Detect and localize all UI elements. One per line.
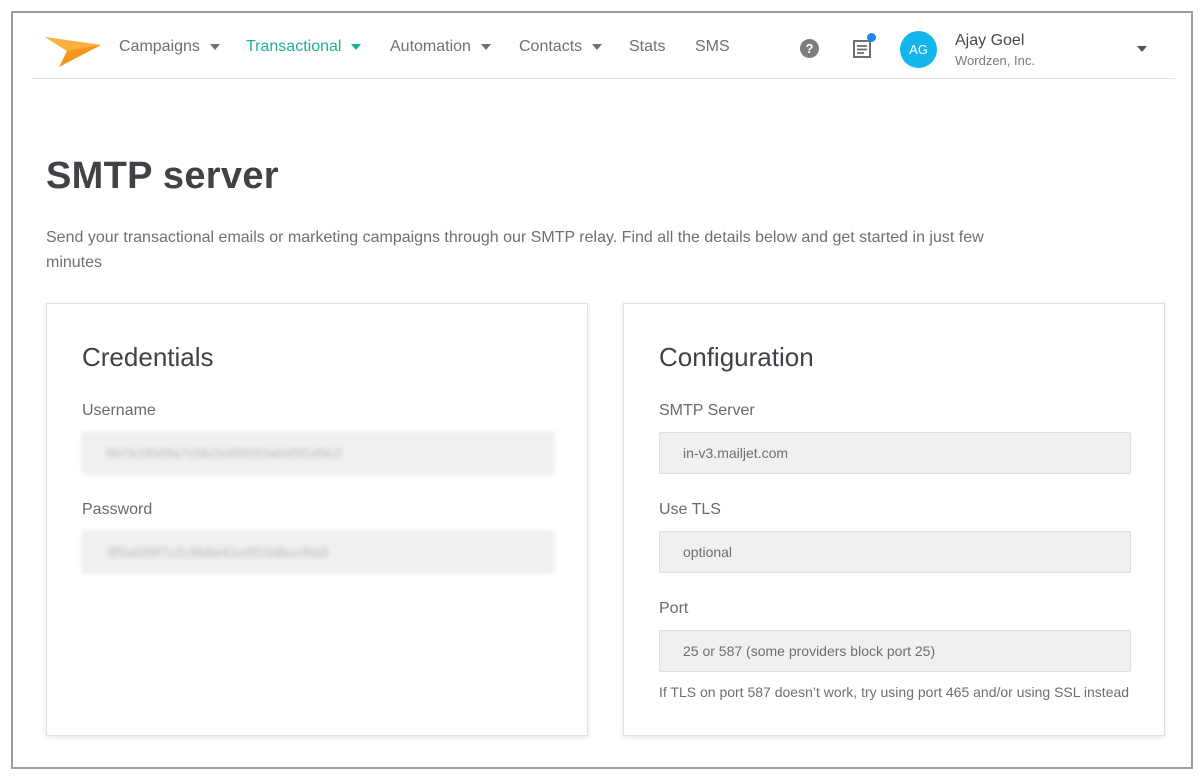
configuration-title: Configuration — [659, 342, 814, 372]
page-title: SMTP server — [46, 155, 279, 197]
chevron-down-icon — [480, 44, 491, 50]
nav-stats-label: Stats — [629, 38, 666, 55]
credentials-title: Credentials — [82, 342, 214, 372]
chevron-down-icon[interactable] — [1137, 46, 1147, 52]
nav-transactional[interactable]: Transactional — [246, 38, 362, 56]
configuration-card: Configuration SMTP Server Use TLS Port I… — [623, 303, 1165, 736]
avatar[interactable]: AG — [900, 31, 937, 68]
question-circle-icon[interactable]: ? — [800, 39, 819, 58]
document-icon[interactable] — [852, 39, 872, 59]
page-description: Send your transactional emails or market… — [46, 229, 984, 271]
port-field[interactable] — [659, 630, 1131, 672]
username-label: Username — [82, 402, 156, 419]
app-frame: Campaigns Transactional Automation Conta… — [11, 11, 1193, 769]
port-label: Port — [659, 600, 689, 617]
nav-automation-label: Automation — [390, 38, 471, 55]
nav-sms-label: SMS — [695, 38, 730, 55]
user-company: Wordzen, Inc. — [955, 53, 1035, 68]
use-tls-label: Use TLS — [659, 501, 721, 518]
nav-campaigns-label: Campaigns — [119, 38, 200, 55]
use-tls-field[interactable] — [659, 531, 1131, 573]
credentials-card: Credentials Username Password — [46, 303, 588, 736]
port-hint: If TLS on port 587 doesn’t work, try usi… — [659, 684, 1130, 700]
smtp-server-field[interactable] — [659, 432, 1131, 474]
chevron-down-icon — [592, 44, 603, 50]
nav-automation[interactable]: Automation — [390, 38, 491, 56]
mailjet-logo[interactable] — [45, 33, 101, 67]
chevron-down-icon — [351, 44, 362, 50]
nav-transactional-label: Transactional — [246, 38, 342, 55]
chevron-down-icon — [209, 44, 220, 50]
nav-contacts[interactable]: Contacts — [519, 38, 603, 56]
user-name[interactable]: Ajay Goel — [955, 32, 1024, 50]
nav-contacts-label: Contacts — [519, 38, 583, 55]
smtp-server-label: SMTP Server — [659, 402, 755, 419]
nav-stats[interactable]: Stats — [629, 38, 665, 56]
nav-sms[interactable]: SMS — [695, 38, 730, 56]
password-field[interactable] — [82, 531, 554, 573]
nav-campaigns[interactable]: Campaigns — [119, 38, 220, 56]
password-label: Password — [82, 501, 153, 518]
notification-dot — [867, 33, 876, 42]
top-navigation: Campaigns Transactional Automation Conta… — [31, 13, 1175, 79]
username-field[interactable] — [82, 432, 554, 474]
